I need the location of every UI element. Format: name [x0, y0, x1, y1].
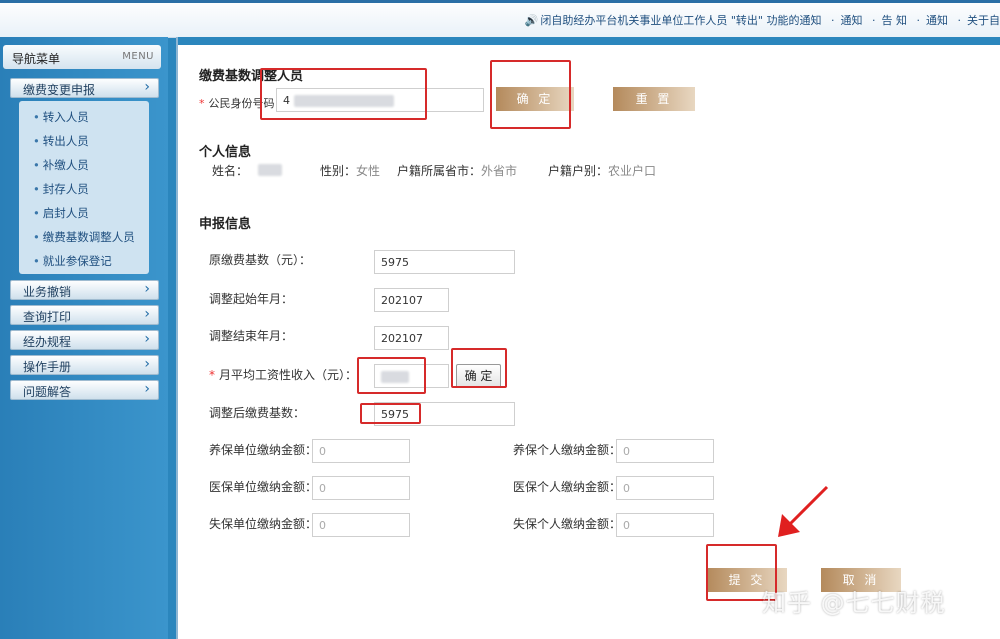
- nav-group-revoke[interactable]: 业务撤销 ›: [10, 280, 159, 300]
- sub-item-employment-register[interactable]: • 就业参保登记: [33, 253, 112, 269]
- annotation-box-id: [260, 68, 427, 120]
- chevron-right-icon: ›: [144, 381, 150, 397]
- header-stripe: [0, 0, 1000, 3]
- nav-group-faq[interactable]: 问题解答 ›: [10, 380, 159, 400]
- sub-item-unseal[interactable]: • 启封人员: [33, 205, 89, 221]
- nav-group-query-print[interactable]: 查询打印 ›: [10, 305, 159, 325]
- nav-header: 导航菜单 MENU: [3, 45, 161, 69]
- unemp-personal-input[interactable]: 0: [616, 513, 714, 537]
- unemp-unit-input[interactable]: 0: [312, 513, 410, 537]
- nav-group-procedures[interactable]: 经办规程 ›: [10, 330, 159, 350]
- nav-group-label: 缴费变更申报: [23, 83, 96, 97]
- start-month-label: 调整起始年月：: [209, 292, 294, 306]
- start-month-input[interactable]: 202107: [374, 288, 449, 312]
- adjusted-base-label: 调整后缴费基数：: [209, 406, 306, 420]
- sub-item-back-pay[interactable]: • 补缴人员: [33, 157, 89, 173]
- notice-bar: 🔊 闭自助经办平台机关事业单位工作人员 "转出" 功能的通知 · 通知 · 告 知 ·…: [524, 14, 1000, 27]
- sub-item-transfer-out[interactable]: • 转出人员: [33, 133, 89, 149]
- notice-link-1[interactable]: 通知: [841, 14, 863, 27]
- chevron-right-icon: ›: [144, 281, 150, 297]
- chevron-right-icon: ›: [144, 356, 150, 372]
- notice-link-2[interactable]: 告 知: [882, 14, 908, 27]
- chevron-right-icon: ›: [144, 331, 150, 347]
- annotation-box-income-confirm: [451, 348, 507, 388]
- pension-personal-input[interactable]: 0: [616, 439, 714, 463]
- sub-menu-panel: • 转入人员 • 转出人员 • 补缴人员 • 封存人员 • 启封人员 • 缴费基数调整人员 …: [19, 101, 149, 274]
- medical-unit-input[interactable]: 0: [312, 476, 410, 500]
- watermark: 知乎 @七七财税: [762, 589, 946, 617]
- annotation-box-income: [357, 357, 426, 394]
- pension-unit-label: 养保单位缴纳金额：: [209, 443, 318, 457]
- sub-item-transfer-in[interactable]: • 转入人员: [33, 109, 89, 125]
- speaker-icon: 🔊: [524, 14, 539, 27]
- personal-section-title: 个人信息: [199, 145, 252, 160]
- sidebar: 导航菜单 MENU 缴费变更申报 › • 转入人员 • 转出人员 • 补缴人员 • 封存…: [0, 37, 168, 639]
- sub-item-seal[interactable]: • 封存人员: [33, 181, 89, 197]
- content-top-bar: [178, 37, 1000, 45]
- notice-link[interactable]: 闭自助经办平台机关事业单位工作人员 "转出" 功能的通知: [540, 14, 821, 27]
- annotation-box-confirm: [490, 60, 571, 129]
- gender-field: 性别：女性: [320, 164, 381, 178]
- name-value-redacted: [258, 164, 282, 176]
- declare-section-title: 申报信息: [199, 217, 252, 232]
- annotation-box-adjusted: [360, 403, 421, 424]
- notice-link-4[interactable]: 关于自: [967, 14, 1000, 27]
- medical-personal-input[interactable]: 0: [616, 476, 714, 500]
- end-month-input[interactable]: 202107: [374, 326, 449, 350]
- medical-unit-label: 医保单位缴纳金额：: [209, 480, 318, 494]
- chevron-right-icon: ›: [144, 306, 150, 322]
- menu-label: MENU: [122, 51, 154, 62]
- notice-link-3[interactable]: 通知: [926, 14, 948, 27]
- medical-personal-label: 医保个人缴纳金额：: [513, 480, 622, 494]
- reset-button[interactable]: 重 置: [613, 87, 695, 111]
- hukou-field: 户籍户别：农业户口: [548, 164, 657, 178]
- annotation-arrow-icon: [778, 485, 829, 537]
- province-field: 户籍所属省市：外省市: [397, 164, 518, 178]
- sub-item-base-adjust[interactable]: • 缴费基数调整人员: [33, 229, 135, 245]
- orig-base-label: 原缴费基数（元）：: [209, 253, 312, 267]
- orig-base-input[interactable]: 5975: [374, 250, 515, 274]
- main-content: 缴费基数调整人员 * 公民身份号码： 4 确 定 重 置 个人信息 姓名： 性别：…: [176, 37, 1000, 639]
- nav-title: 导航菜单: [12, 52, 61, 66]
- income-label: * 月平均工资性收入（元）：: [209, 368, 358, 382]
- name-label: 姓名：: [212, 164, 249, 178]
- top-header: 🔊 闭自助经办平台机关事业单位工作人员 "转出" 功能的通知 · 通知 · 告 知 ·…: [0, 0, 1000, 38]
- pension-unit-input[interactable]: 0: [312, 439, 410, 463]
- unemp-unit-label: 失保单位缴纳金额：: [209, 517, 318, 531]
- chevron-right-icon: ›: [144, 79, 150, 95]
- pension-personal-label: 养保个人缴纳金额：: [513, 443, 622, 457]
- end-month-label: 调整结束年月：: [209, 329, 294, 343]
- unemp-personal-label: 失保个人缴纳金额：: [513, 517, 622, 531]
- nav-group-fee-change[interactable]: 缴费变更申报 ›: [10, 78, 159, 98]
- nav-group-manual[interactable]: 操作手册 ›: [10, 355, 159, 375]
